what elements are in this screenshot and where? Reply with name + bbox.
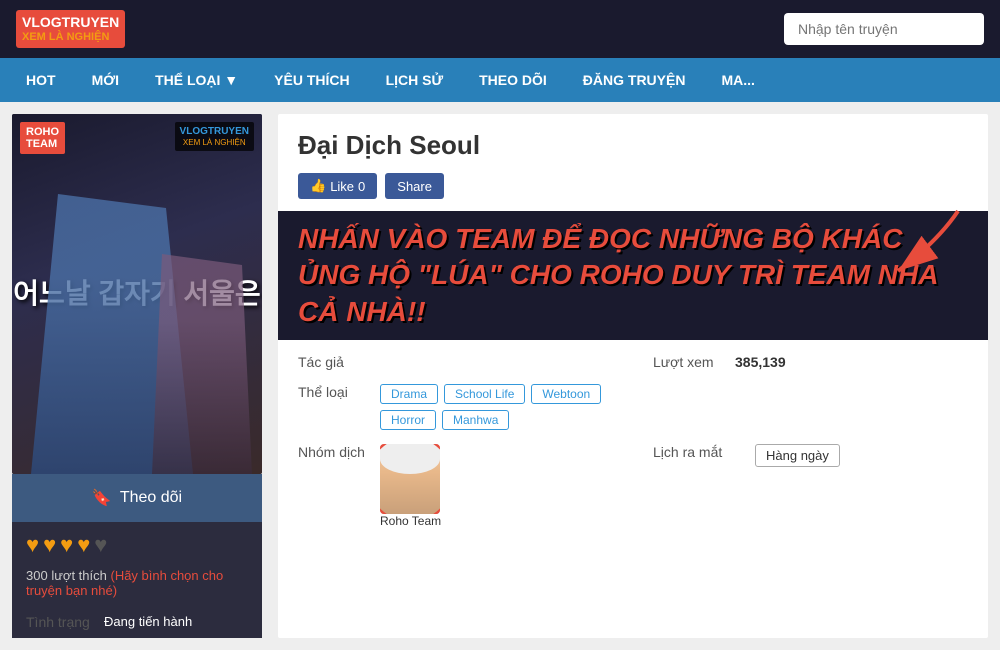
status-value: Đang tiến hành [104,614,192,630]
tag-horror[interactable]: Horror [380,410,436,430]
genre-tags: Drama School Life Webtoon Horror Manhwa [380,384,613,430]
heart-5[interactable]: ♥ [94,532,107,558]
views-label: Lượt xem [653,354,723,370]
logo-main-text: VLOGTRUYEN [22,14,119,31]
follow-button[interactable]: 🔖 Theo dõi [12,474,262,522]
cover-team-badge: VLOGTRUYEN XEM LÀ NGHIỆN [175,122,254,151]
like-count: 0 [358,179,365,194]
author-row: Tác giả [298,354,613,370]
heart-3[interactable]: ♥ [60,532,73,558]
author-label: Tác giả [298,354,368,370]
cover-figure-side [152,254,252,474]
nav-hot[interactable]: HOT [8,58,74,102]
tag-drama[interactable]: Drama [380,384,438,404]
like-button[interactable]: 👍 Like 0 [298,173,377,199]
left-panel: 어느날 갑자기 서울은 VLOGTRUYEN XEM LÀ NGHIỆN ROH… [12,114,262,638]
right-panel: Đại Dịch Seoul 👍 Like 0 Share NHẤN VÀO T… [278,114,988,638]
bookmark-icon: 🔖 [92,488,112,508]
manga-cover: 어느날 갑자기 서울은 VLOGTRUYEN XEM LÀ NGHIỆN ROH… [12,114,262,474]
release-section: Lịch ra mắt Hàng ngày [653,444,968,528]
nav-genre[interactable]: THỂ LOẠI ▼ [137,58,256,102]
tag-webtoon[interactable]: Webtoon [531,384,601,404]
release-label: Lịch ra mắt [653,444,743,460]
logo-sub-text: XEM LÀ NGHIỆN [22,31,119,44]
hearts-section: ♥ ♥ ♥ ♥ ♥ [12,522,262,568]
translator-section: Nhóm dịch Roho Team [298,444,613,528]
manga-title: Đại Dịch Seoul [278,114,988,165]
views-value: 385,139 [735,354,786,370]
arrow-icon [858,201,978,281]
likes-text: 300 lượt thích (Hãy bình chọn cho truyện… [12,568,262,606]
nav-favorites[interactable]: YÊU THÍCH [256,58,367,102]
release-value: Hàng ngày [755,444,840,467]
nav-follow[interactable]: THEO DÕI [461,58,565,102]
header: VLOGTRUYEN XEM LÀ NGHIỆN [0,0,1000,58]
group-section: Nhóm dịch Roho Team Lịch ra mắt Hàng ng [278,444,988,542]
cover-roho-badge: ROHOTEAM [20,122,65,154]
nav-history[interactable]: LỊCH SỬ [368,58,462,102]
translator-name: Roho Team [380,514,441,528]
status-label: Tình trạng [26,614,96,630]
logo-icon: VLOGTRUYEN XEM LÀ NGHIỆN [16,10,125,48]
share-button[interactable]: Share [385,173,444,199]
likes-count: 300 [26,568,48,583]
genre-row: Thể loại Drama School Life Webtoon Horro… [298,384,613,430]
tag-manhwa[interactable]: Manhwa [442,410,509,430]
tag-school[interactable]: School Life [444,384,525,404]
info-section: Tác giả Lượt xem 385,139 Thể loại Drama … [278,340,988,444]
search-input[interactable] [784,13,984,45]
nav-more[interactable]: MA... [703,58,772,102]
nav-bar: HOT MỚI THỂ LOẠI ▼ YÊU THÍCH LỊCH SỬ THE… [0,58,1000,102]
translator-label: Nhóm dịch [298,444,368,460]
thumbs-up-icon: 👍 [310,178,326,194]
heart-2[interactable]: ♥ [43,532,56,558]
status-bar: Tình trạng Đang tiến hành [12,606,262,638]
heart-4[interactable]: ♥ [77,532,90,558]
views-row: Lượt xem 385,139 [653,354,968,370]
heart-1[interactable]: ♥ [26,532,39,558]
translator-avatar [380,444,440,514]
logo[interactable]: VLOGTRUYEN XEM LÀ NGHIỆN [16,10,125,48]
genre-label: Thể loại [298,384,368,400]
follow-label: Theo dõi [120,489,182,507]
main-content: 어느날 갑자기 서울은 VLOGTRUYEN XEM LÀ NGHIỆN ROH… [0,102,1000,650]
nav-new[interactable]: MỚI [74,58,138,102]
like-label: Like [330,179,354,194]
nav-upload[interactable]: ĐĂNG TRUYỆN [565,58,704,102]
likes-label: lượt thích [51,568,107,583]
avatar-circle [380,444,440,514]
promo-banner: NHẤN VÀO TEAM ĐỂ ĐỌC NHỮNG BỘ KHÁC ỦNG H… [278,211,988,340]
translator-item[interactable]: Roho Team [380,444,441,528]
